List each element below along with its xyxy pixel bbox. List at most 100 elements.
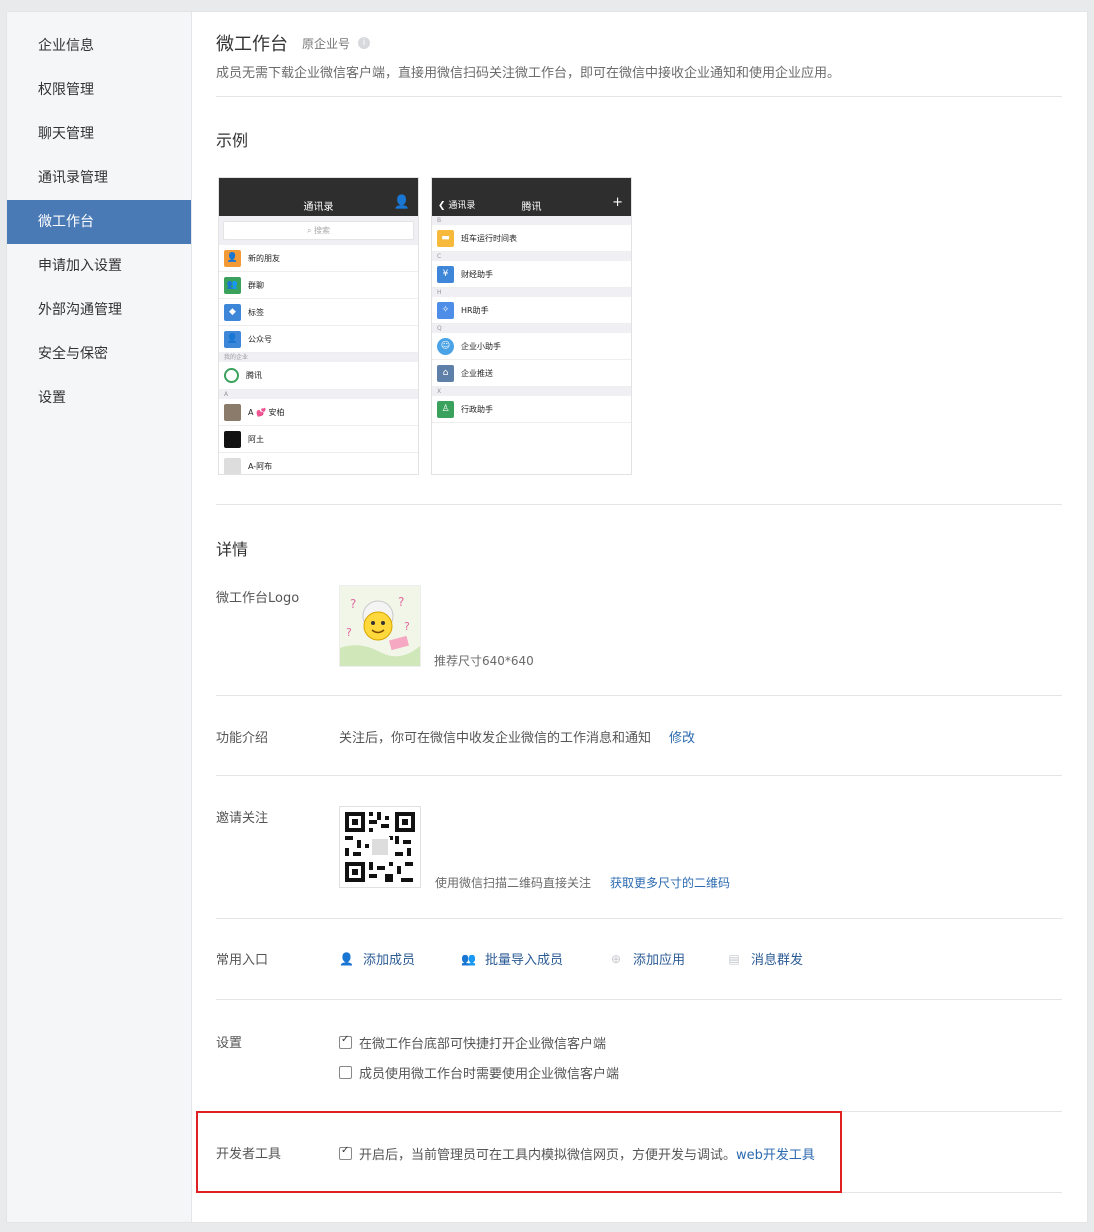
add-app-icon: ⊕ [610, 951, 622, 966]
divider [216, 504, 1062, 505]
phone-titlebar: ❮ 通讯录 腾讯 + [432, 178, 631, 216]
group-chat-icon: 👥 [224, 276, 241, 294]
add-app-button[interactable]: ⊕ 添加应用 [609, 949, 685, 969]
section-header: 我的企业 [219, 353, 418, 362]
home-icon: ⌂ [437, 364, 454, 382]
official-account-icon: 👤 [224, 330, 241, 348]
phone-search-bar: ⌕ 搜索 [219, 216, 418, 245]
list-item: ▬ 班车运行时间表 [432, 225, 631, 252]
list-item: 阿土 [219, 426, 418, 453]
avatar [224, 457, 241, 474]
list-item: 👤 新的朋友 [219, 245, 418, 272]
broadcast-button[interactable]: ▤ 消息群发 [727, 949, 803, 969]
svg-text:?: ? [404, 620, 410, 633]
hr-icon: ✧ [437, 301, 454, 319]
sidebar-item-external[interactable]: 外部沟通管理 [7, 288, 191, 332]
assistant-icon: ☺ [437, 337, 454, 355]
section-header: B [432, 216, 631, 225]
finance-icon: ¥ [437, 265, 454, 283]
entries-label: 常用入口 [216, 953, 269, 968]
phone-preview-contacts: 通讯录 👤 ⌕ 搜索 👤 新的朋友 👥 群聊 ◆ 标签 👤 公众号 我的企业 腾讯 A … [218, 177, 419, 475]
list-item: ¥ 财经助手 [432, 261, 631, 288]
new-friends-icon: 👤 [224, 249, 241, 267]
list-item: ☺ 企业小助手 [432, 333, 631, 360]
main-content: 微工作台 原企业号 i 成员无需下载企业微信客户端，直接用微信扫码关注微工作台，… [216, 12, 1062, 1222]
section-header: X [432, 387, 631, 396]
invite-hint: 使用微信扫描二维码直接关注 [435, 876, 592, 890]
sidebar-item-contacts[interactable]: 通讯录管理 [7, 156, 191, 200]
invite-label: 邀请关注 [216, 811, 269, 826]
add-contact-icon: 👤 [393, 195, 410, 210]
more-qr-sizes-link[interactable]: 获取更多尺寸的二维码 [610, 874, 730, 891]
avatar [224, 430, 241, 448]
svg-text:?: ? [398, 595, 404, 609]
list-item: ◆ 标签 [219, 299, 418, 326]
list-item: 👤 公众号 [219, 326, 418, 353]
section-header: Q [432, 324, 631, 333]
phone-titlebar: 通讯录 👤 [219, 178, 418, 216]
sidebar-item-join-settings[interactable]: 申请加入设置 [7, 244, 191, 288]
page-subtag: 原企业号 [302, 36, 351, 51]
intro-label: 功能介绍 [216, 731, 269, 746]
sidebar: 企业信息 权限管理 聊天管理 通讯录管理 微工作台 申请加入设置 外部沟通管理 … [7, 12, 192, 1222]
list-item: A 💕 安柏 [219, 399, 418, 426]
divider [216, 999, 1062, 1000]
workbench-logo[interactable]: ? ? ? ? [339, 585, 421, 667]
list-item: ♙ 行政助手 [432, 396, 631, 423]
logo-emoji-icon: ? ? ? ? [340, 586, 420, 666]
qr-code-icon [340, 807, 420, 887]
sidebar-item-micro-workbench[interactable]: 微工作台 [7, 200, 191, 244]
edit-intro-link[interactable]: 修改 [669, 727, 695, 746]
info-icon[interactable]: i [358, 37, 371, 49]
require-client-checkbox[interactable] [339, 1066, 352, 1079]
avatar [224, 403, 241, 421]
settings-label: 设置 [216, 1036, 243, 1051]
tag-icon: ◆ [224, 303, 241, 321]
section-header: C [432, 252, 631, 261]
intro-text: 关注后，你可在微信中收发企业微信的工作消息和通知 [339, 731, 652, 746]
page-description: 成员无需下载企业微信客户端，直接用微信扫码关注微工作台，即可在微信中接收企业通知… [216, 66, 841, 81]
details-title: 详情 [216, 540, 249, 559]
section-header: H [432, 288, 631, 297]
setting-require-client: 成员使用微工作台时需要使用企业微信客户端 [339, 1063, 619, 1082]
sidebar-item-chat[interactable]: 聊天管理 [7, 112, 191, 156]
add-member-icon: 👤 [339, 951, 354, 966]
svg-text:?: ? [350, 597, 356, 611]
phone-title: 通讯录 [303, 202, 334, 213]
list-item: 腾讯 [219, 362, 418, 390]
section-header: A [219, 390, 418, 399]
bus-schedule-icon: ▬ [437, 229, 454, 247]
divider [216, 775, 1062, 776]
sidebar-item-security[interactable]: 安全与保密 [7, 332, 191, 376]
list-item: 👥 群聊 [219, 272, 418, 299]
add-member-button[interactable]: 👤 添加成员 [339, 949, 415, 969]
list-item: A-阿布 [219, 453, 418, 474]
sidebar-item-settings[interactable]: 设置 [7, 376, 191, 420]
phone-search-label: 搜索 [314, 226, 331, 235]
sidebar-item-permissions[interactable]: 权限管理 [7, 68, 191, 112]
svg-text:?: ? [346, 626, 352, 639]
divider [216, 695, 1062, 696]
page-title: 微工作台 [216, 34, 288, 55]
batch-import-button[interactable]: 👥 批量导入成员 [461, 949, 563, 969]
tencent-logo-icon [224, 368, 239, 383]
plus-icon: + [612, 195, 623, 210]
quick-open-checkbox[interactable] [339, 1034, 352, 1049]
batch-import-icon: 👥 [461, 951, 476, 966]
phone-preview-company: ❮ 通讯录 腾讯 + B ▬ 班车运行时间表 C ¥ 财经助手 H ✧ HR助手 Q … [431, 177, 632, 475]
logo-label: 微工作台Logo [216, 591, 300, 606]
divider [216, 96, 1062, 97]
page-header: 微工作台 原企业号 i [216, 30, 371, 56]
logo-size-hint: 推荐尺寸640*640 [434, 654, 534, 668]
qr-code[interactable] [339, 806, 421, 888]
setting-quick-open: 在微工作台底部可快捷打开企业微信客户端 [339, 1033, 606, 1052]
app-frame: 企业信息 权限管理 聊天管理 通讯录管理 微工作台 申请加入设置 外部沟通管理 … [7, 12, 1087, 1222]
highlight-box [196, 1111, 842, 1193]
divider [216, 918, 1062, 919]
sidebar-item-enterprise-info[interactable]: 企业信息 [7, 24, 191, 68]
list-item: ✧ HR助手 [432, 297, 631, 324]
broadcast-icon: ▤ [728, 951, 740, 966]
list-item: ⌂ 企业推送 [432, 360, 631, 387]
admin-icon: ♙ [437, 400, 454, 418]
search-icon: ⌕ [306, 226, 312, 235]
